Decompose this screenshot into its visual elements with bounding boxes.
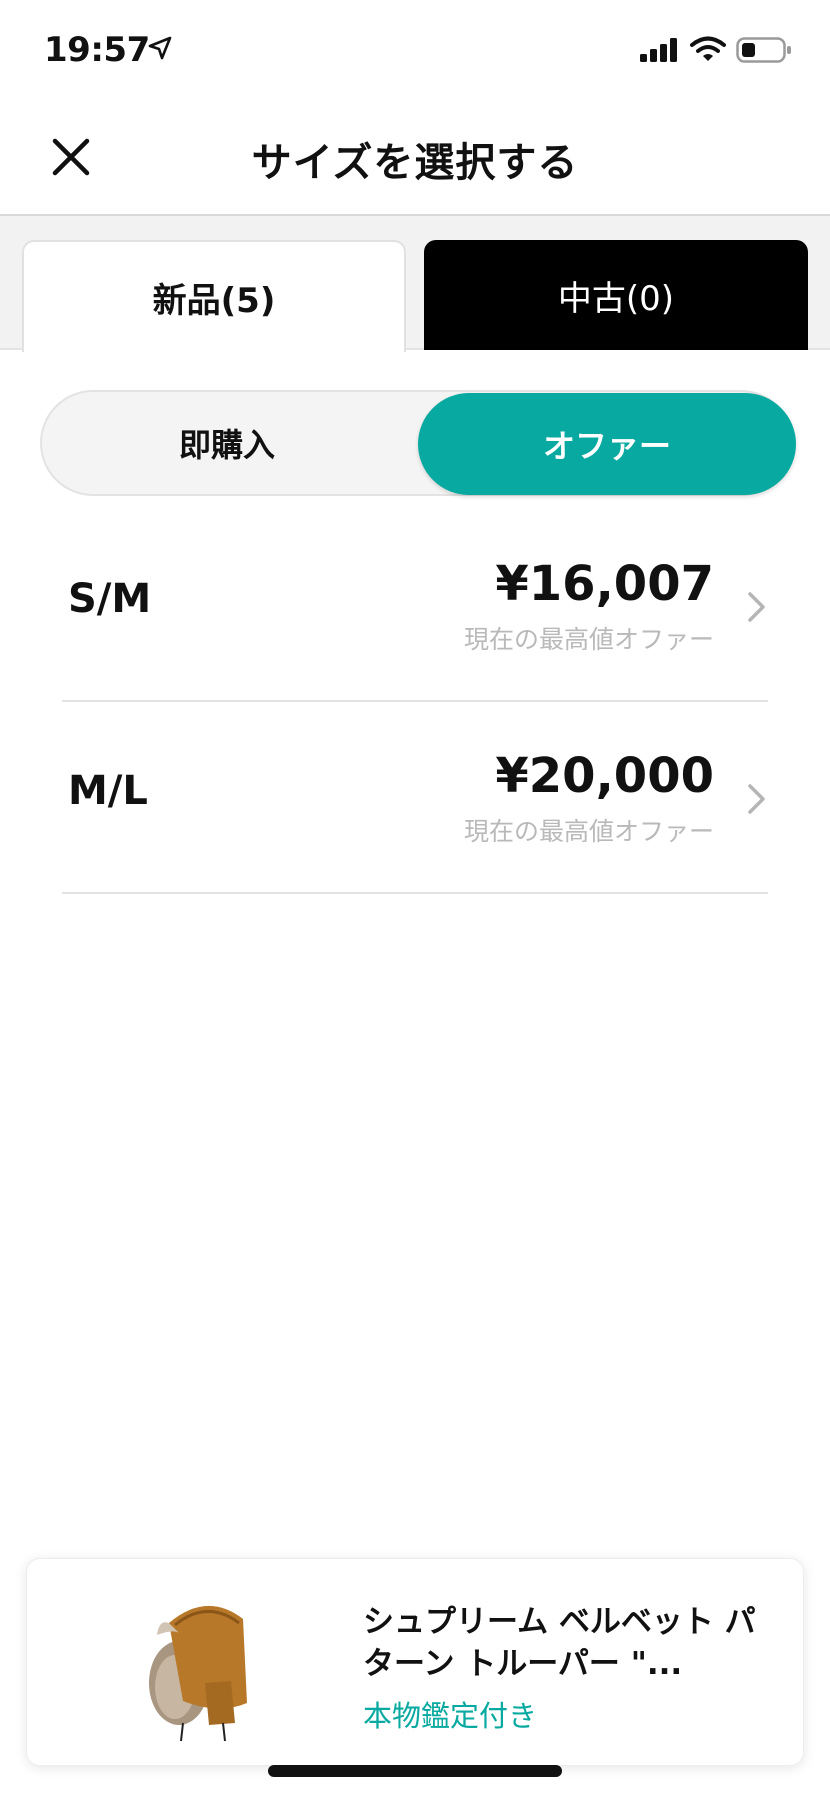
status-bar: 19:57 [0,0,830,100]
tab-new[interactable]: 新品(5) [22,240,406,352]
offer-price: ¥20,000 [495,748,714,804]
purchase-type-segment: 即購入 オファー [40,390,796,496]
segment-offer[interactable]: オファー [418,393,796,495]
size-select-screen: 19:57 サイズを選択する 新品(5) 中古(0) 即購入 オファー S/M … [0,0,830,1797]
location-arrow-icon [148,36,172,64]
offer-price-note: 現在の最高値オファー [463,817,714,846]
size-label: S/M [68,576,152,622]
authenticity-badge: 本物鑑定付き [363,1699,538,1733]
wifi-icon [690,36,726,68]
offer-price-note: 現在の最高値オファー [463,625,714,654]
home-indicator[interactable] [268,1765,562,1777]
tab-used[interactable]: 中古(0) [424,240,808,350]
product-card[interactable]: シュプリーム ベルベット パターン トルーパー "... 本物鑑定付き [26,1558,804,1766]
product-name: シュプリーム ベルベット パターン トルーパー "... [363,1604,756,1682]
segment-buy-now[interactable]: 即購入 [42,392,412,494]
chevron-right-icon [746,590,768,628]
size-label: M/L [68,768,148,814]
offer-price: ¥16,007 [495,556,714,612]
battery-icon [736,36,792,68]
header: サイズを選択する [0,100,830,216]
product-image [139,1583,269,1743]
size-row[interactable]: S/M ¥16,007 現在の最高値オファー [62,512,768,702]
page-title: サイズを選択する [251,140,579,186]
status-time: 19:57 [44,30,150,70]
size-row[interactable]: M/L ¥20,000 現在の最高値オファー [62,704,768,894]
cellular-signal-icon [640,38,680,66]
condition-tabs: 新品(5) 中古(0) [0,216,830,352]
chevron-right-icon [746,782,768,820]
